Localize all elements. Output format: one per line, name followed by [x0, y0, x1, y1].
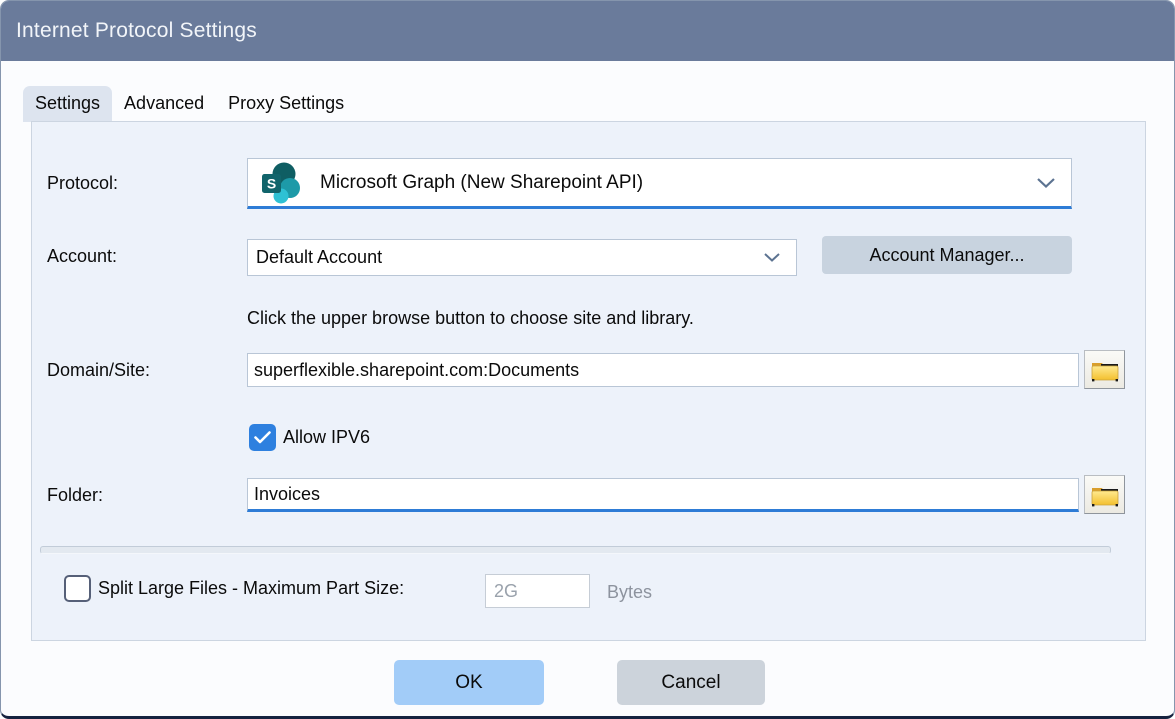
settings-tab-panel: Protocol: S Microsoft Graph (New Sharepo… [31, 121, 1146, 641]
browse-hint-text: Click the upper browse button to choose … [247, 308, 694, 329]
account-manager-button[interactable]: Account Manager... [822, 236, 1072, 274]
cancel-button[interactable]: Cancel [617, 660, 765, 705]
domain-site-input[interactable] [247, 353, 1079, 387]
account-dropdown[interactable]: Default Account [247, 239, 797, 276]
split-large-files-label: Split Large Files - Maximum Part Size: [98, 578, 404, 599]
tab-strip: Settings Advanced Proxy Settings [1, 61, 1174, 122]
svg-text:S: S [267, 175, 276, 191]
account-value: Default Account [256, 247, 764, 268]
folder-input[interactable] [247, 478, 1079, 512]
domain-site-label: Domain/Site: [47, 360, 150, 381]
max-part-size-input[interactable] [485, 574, 590, 608]
allow-ipv6-label: Allow IPV6 [283, 427, 370, 448]
allow-ipv6-checkbox-row[interactable]: Allow IPV6 [249, 424, 370, 451]
checked-checkbox-icon[interactable] [249, 424, 276, 451]
bytes-unit-label: Bytes [607, 582, 652, 603]
chevron-down-icon [1037, 178, 1055, 188]
tab-proxy-settings[interactable]: Proxy Settings [216, 86, 356, 122]
tab-settings[interactable]: Settings [23, 86, 112, 122]
browse-folder-button[interactable] [1084, 475, 1125, 514]
split-large-files-checkbox-row[interactable]: Split Large Files - Maximum Part Size: [64, 575, 404, 602]
protocol-dropdown[interactable]: S Microsoft Graph (New Sharepoint API) [247, 158, 1072, 209]
internet-protocol-settings-dialog: Internet Protocol Settings Settings Adva… [0, 0, 1175, 719]
tab-advanced[interactable]: Advanced [112, 86, 216, 122]
sharepoint-icon: S [260, 162, 302, 204]
ok-button[interactable]: OK [394, 660, 544, 705]
dialog-title: Internet Protocol Settings [16, 19, 257, 43]
folder-label: Folder: [47, 485, 103, 506]
protocol-label: Protocol: [47, 173, 118, 194]
folder-icon [1090, 482, 1120, 508]
section-divider [40, 546, 1111, 554]
account-label: Account: [47, 246, 117, 267]
chevron-down-icon [764, 253, 780, 262]
folder-icon [1090, 357, 1120, 383]
title-bar: Internet Protocol Settings [1, 1, 1174, 61]
protocol-value: Microsoft Graph (New Sharepoint API) [320, 172, 1037, 194]
unchecked-checkbox-icon[interactable] [64, 575, 91, 602]
browse-site-button[interactable] [1084, 350, 1125, 389]
